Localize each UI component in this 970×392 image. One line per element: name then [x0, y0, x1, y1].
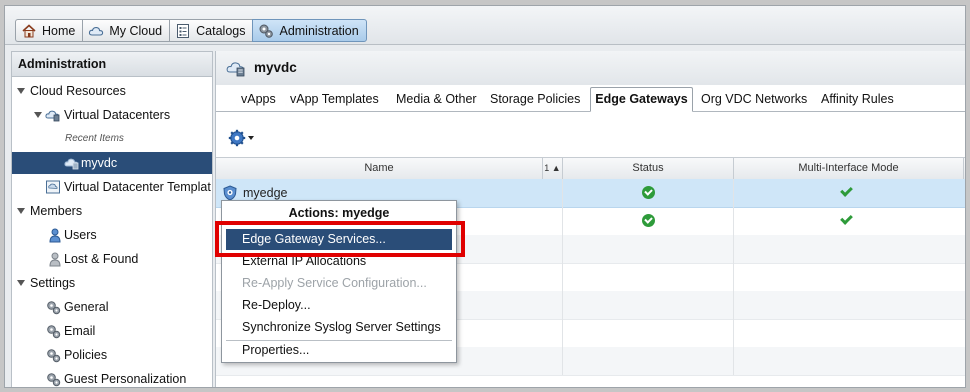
sidebar-item-cloud-resources[interactable]: Cloud Resources — [12, 80, 212, 102]
tab-vapps[interactable]: vApps — [234, 89, 283, 111]
expand-arrow-icon[interactable] — [34, 112, 42, 118]
vdc-header-icon — [226, 58, 246, 78]
sidebar-item-virtual-datacenters[interactable]: Virtual Datacenters — [12, 104, 212, 126]
sidebar-item-vdc-templates[interactable]: Virtual Datacenter Templat — [12, 176, 212, 198]
menu-item-external-ip-allocations[interactable]: External IP Allocations — [226, 251, 452, 272]
menu-item-sync-syslog-settings[interactable]: Synchronize Syslog Server Settings — [226, 317, 452, 338]
menu-item-reapply-service-configuration: Re-Apply Service Configuration... — [242, 276, 427, 290]
sidebar-item-label: Users — [64, 228, 97, 242]
tab-administration-label: Administration — [279, 23, 359, 38]
top-navigation-bar: Home My Cloud Catalogs Administration — [5, 6, 965, 45]
gears-icon — [46, 324, 61, 339]
context-menu-title: Actions: myedge — [288, 206, 390, 220]
tab-catalogs[interactable]: Catalogs — [169, 19, 253, 42]
sidebar-item-label: myvdc — [81, 156, 118, 170]
sidebar-item-label: Policies — [64, 348, 108, 362]
menu-item-properties[interactable]: Properties... — [226, 340, 452, 361]
sidebar-item-recent-items: Recent Items — [12, 128, 212, 150]
expand-arrow-icon[interactable] — [17, 280, 25, 286]
tab-my-cloud[interactable]: My Cloud — [82, 19, 170, 42]
tab-home-label: Home — [42, 23, 76, 38]
expand-arrow-icon[interactable] — [17, 208, 25, 214]
table-header: Name 1 ▲ Status Multi-Interface Mode — [216, 157, 965, 180]
sidebar-item-settings[interactable]: Settings — [12, 272, 212, 294]
edge-gateway-icon — [223, 185, 237, 201]
sidebar-item-label: Email — [64, 324, 96, 338]
gateway-name: myedge — [243, 186, 288, 200]
sidebar-item-myvdc[interactable]: myvdc — [12, 152, 212, 174]
sidebar-item-lost-found[interactable]: Lost & Found — [12, 248, 212, 270]
status-ok-icon — [642, 214, 655, 227]
sidebar-item-label: Virtual Datacenters — [64, 108, 171, 122]
home-icon — [21, 23, 37, 39]
sidebar-item-label: Settings — [30, 276, 76, 290]
sidebar-item-general[interactable]: General — [12, 296, 212, 318]
sidebar-title: Administration — [12, 52, 212, 77]
admin-gears-icon — [258, 23, 274, 39]
vdc-template-icon — [45, 179, 61, 195]
gears-icon — [46, 372, 61, 387]
actions-gear-button[interactable] — [228, 129, 256, 147]
catalog-icon — [175, 23, 191, 39]
tab-edge-gateways[interactable]: Edge Gateways — [590, 87, 693, 112]
app-window: Home My Cloud Catalogs Administration Ad… — [4, 5, 966, 388]
user-icon — [49, 228, 61, 243]
content-tabs: vApps vApp Templates Media & Other Stora… — [216, 85, 965, 112]
user-gray-icon — [49, 252, 61, 267]
column-header-status[interactable]: Status — [563, 158, 734, 179]
tab-org-vdc-networks[interactable]: Org VDC Networks — [694, 89, 814, 111]
datacenter-icon — [45, 107, 61, 123]
column-sort-indicator[interactable]: 1 ▲ — [543, 158, 563, 179]
sidebar-item-policies[interactable]: Policies — [12, 344, 212, 366]
datacenter-icon — [64, 155, 80, 171]
sidebar-item-label: Cloud Resources — [30, 84, 126, 98]
sidebar-item-label: Virtual Datacenter Templat — [64, 180, 211, 194]
sidebar-item-label: Lost & Found — [64, 252, 139, 266]
top-tabs: Home My Cloud Catalogs Administration — [15, 19, 367, 42]
checkmark-icon — [840, 184, 853, 197]
sidebar-item-members[interactable]: Members — [12, 200, 212, 222]
sidebar-item-guest-personalization[interactable]: Guest Personalization — [12, 368, 212, 387]
tab-home[interactable]: Home — [15, 19, 83, 42]
page-header: myvdc — [216, 51, 965, 86]
status-ok-icon — [642, 186, 655, 199]
tab-catalogs-label: Catalogs — [196, 23, 246, 38]
tab-storage-policies[interactable]: Storage Policies — [483, 89, 587, 111]
menu-item-edge-gateway-services[interactable]: Edge Gateway Services... — [226, 229, 452, 250]
actions-context-menu: Actions: myedge Edge Gateway Services...… — [221, 200, 457, 363]
gear-icon — [228, 129, 246, 147]
sidebar: Administration Cloud Resources Virtual D… — [11, 51, 213, 387]
column-header-multi-interface[interactable]: Multi-Interface Mode — [734, 158, 964, 179]
sidebar-item-label: Recent Items — [65, 133, 124, 144]
tab-administration[interactable]: Administration — [252, 19, 367, 42]
sidebar-item-label: Members — [30, 204, 83, 218]
tab-affinity-rules[interactable]: Affinity Rules — [814, 89, 901, 111]
cloud-icon — [88, 23, 104, 39]
checkmark-icon — [840, 212, 853, 225]
gears-icon — [46, 300, 61, 315]
gears-icon — [46, 348, 61, 363]
page-title: myvdc — [254, 60, 297, 75]
sidebar-item-users[interactable]: Users — [12, 224, 212, 246]
tab-vapp-templates[interactable]: vApp Templates — [283, 89, 386, 111]
sidebar-item-label: Guest Personalization — [64, 372, 187, 386]
expand-arrow-icon[interactable] — [17, 88, 25, 94]
sidebar-item-label: General — [64, 300, 109, 314]
menu-item-redeploy[interactable]: Re-Deploy... — [226, 295, 452, 316]
column-header-name[interactable]: Name — [216, 158, 543, 179]
tab-my-cloud-label: My Cloud — [109, 23, 163, 38]
tab-media-other[interactable]: Media & Other — [389, 89, 484, 111]
sidebar-item-email[interactable]: Email — [12, 320, 212, 342]
